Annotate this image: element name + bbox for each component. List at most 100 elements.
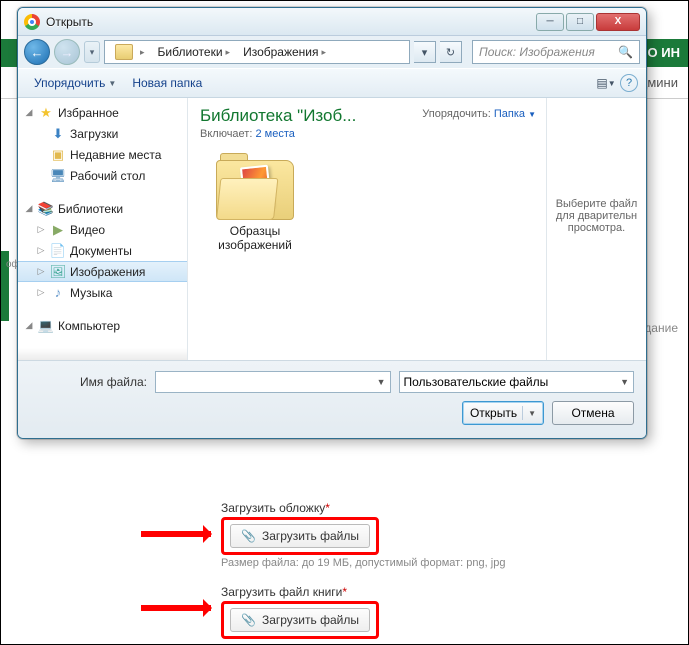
tree-expand-icon[interactable]: ▷ — [36, 245, 46, 256]
arrange-value: Папка — [494, 108, 525, 120]
toolbar: Упорядочить ▼ Новая папка ▤ ▼ ? — [18, 68, 646, 98]
new-folder-button[interactable]: Новая папка — [124, 72, 210, 94]
desktop-icon: 🖥 — [50, 168, 66, 184]
maximize-button[interactable]: □ — [566, 13, 594, 31]
breadcrumb-label: Изображения — [243, 45, 318, 59]
minimize-icon: ─ — [546, 16, 553, 27]
address-bar[interactable]: ▸ Библиотеки▸ Изображения ▸ — [104, 40, 410, 64]
cover-label-text: Загрузить обложку — [221, 501, 325, 515]
chevron-down-icon: ▼ — [108, 79, 116, 88]
minimize-button[interactable]: ─ — [536, 13, 564, 31]
titlebar[interactable]: Открыть ─ □ X — [18, 8, 646, 36]
tree-expand-icon[interactable]: ◢ — [24, 107, 34, 118]
recent-icon: ▣ — [50, 147, 66, 163]
file-list-pane[interactable]: Библиотека "Изоб... Включает: 2 места Уп… — [188, 98, 546, 360]
cancel-button[interactable]: Отмена — [552, 401, 634, 425]
cover-upload-hint: Размер файла: до 19 МБ, допустимый форма… — [221, 557, 641, 569]
close-icon: X — [615, 16, 622, 27]
history-dropdown-button[interactable]: ▾ — [84, 41, 100, 63]
paperclip-icon: 📎 — [241, 613, 256, 627]
tree-expand-icon[interactable]: ◢ — [24, 320, 34, 331]
preview-pane: Выберите файл для дварительн просмотра. — [546, 98, 646, 360]
address-root[interactable]: ▸ — [105, 41, 152, 63]
chevron-right-icon: ▸ — [226, 47, 231, 58]
file-type-filter[interactable]: Пользовательские файлы ▼ — [399, 371, 635, 393]
arrange-label: Упорядочить: — [422, 108, 491, 120]
folder-item-samples[interactable]: Образцы изображений — [200, 160, 310, 252]
help-button[interactable]: ? — [620, 74, 638, 92]
search-input[interactable]: Поиск: Изображения 🔍 — [472, 40, 640, 64]
upload-cover-button[interactable]: 📎 Загрузить файлы — [230, 524, 370, 548]
upload-form-area: Загрузить обложку * 📎 Загрузить файлы Раз… — [221, 501, 641, 641]
chevron-right-icon: ▸ — [322, 47, 327, 58]
tree-computer[interactable]: ◢ 💻 Компьютер — [18, 315, 187, 336]
new-folder-label: Новая папка — [132, 76, 202, 90]
book-label-text: Загрузить файл книги — [221, 585, 342, 599]
content-area: Библиотека "Изоб... Включает: 2 места Уп… — [188, 98, 646, 360]
downloads-icon: ⬇ — [50, 126, 66, 142]
folder-name: Образцы изображений — [200, 224, 310, 252]
upload-btn-label: Загрузить файлы — [262, 529, 359, 543]
tree-expand-icon[interactable]: ▷ — [36, 266, 46, 277]
window-title: Открыть — [46, 15, 534, 29]
close-button[interactable]: X — [596, 13, 640, 31]
dialog-footer: Имя файла: ▼ Пользовательские файлы ▼ От… — [18, 360, 646, 438]
filename-input[interactable]: ▼ — [155, 371, 391, 393]
organize-button[interactable]: Упорядочить ▼ — [26, 72, 124, 94]
music-icon: ♪ — [50, 285, 66, 301]
tree-label: Компьютер — [58, 319, 120, 333]
tree-desktop[interactable]: 🖥Рабочий стол — [18, 165, 187, 186]
tree-documents[interactable]: ▷📄Документы — [18, 240, 187, 261]
chevron-down-icon[interactable]: ▼ — [620, 377, 629, 387]
help-icon: ? — [626, 77, 632, 89]
search-icon: 🔍 — [618, 45, 633, 59]
address-dropdown-button[interactable]: ▾ — [414, 41, 436, 63]
back-button[interactable]: ← — [24, 39, 50, 65]
tree-expand-icon[interactable]: ▷ — [36, 224, 46, 235]
tree-videos[interactable]: ▷▶Видео — [18, 219, 187, 240]
chevron-down-icon: ▾ — [90, 47, 95, 58]
required-marker: * — [342, 585, 347, 599]
tree-libraries[interactable]: ◢ 📚 Библиотеки — [18, 198, 187, 219]
tree-downloads[interactable]: ⬇Загрузки — [18, 123, 187, 144]
arrange-by: Упорядочить: Папка ▼ — [422, 108, 536, 120]
chevron-down-icon[interactable]: ▼ — [528, 409, 536, 418]
arrow-annotation-1 — [141, 531, 211, 537]
tree-expand-icon[interactable]: ◢ — [24, 203, 34, 214]
maximize-icon: □ — [577, 16, 583, 27]
refresh-button[interactable]: ↻ — [440, 41, 462, 63]
arrow-annotation-2 — [141, 605, 211, 611]
upload-book-button[interactable]: 📎 Загрузить файлы — [230, 608, 370, 632]
tree-label: Библиотеки — [58, 202, 123, 216]
address-seg-pictures[interactable]: Изображения ▸ — [237, 41, 333, 63]
refresh-icon: ↻ — [446, 46, 455, 59]
computer-icon: 💻 — [38, 318, 54, 334]
tree-label: Изображения — [70, 265, 145, 279]
forward-button[interactable]: → — [54, 39, 80, 65]
tree-recent[interactable]: ▣Недавние места — [18, 144, 187, 165]
tree-music[interactable]: ▷♪Музыка — [18, 282, 187, 303]
navigation-tree: ◢ ★ Избранное ⬇Загрузки ▣Недавние места 🖥Р… — [18, 98, 188, 360]
paperclip-icon: 📎 — [241, 529, 256, 543]
libraries-icon: 📚 — [38, 201, 54, 217]
chevron-down-icon[interactable]: ▼ — [377, 377, 386, 387]
search-placeholder: Поиск: Изображения — [479, 45, 595, 59]
arrange-value-link[interactable]: Папка ▼ — [494, 108, 536, 120]
address-seg-libraries[interactable]: Библиотеки▸ — [152, 41, 238, 63]
star-icon: ★ — [38, 105, 54, 121]
back-arrow-icon: ← — [31, 45, 44, 60]
organize-label: Упорядочить — [34, 76, 105, 90]
tree-label: Избранное — [58, 106, 119, 120]
tree-favorites[interactable]: ◢ ★ Избранное — [18, 102, 187, 123]
view-options-button[interactable]: ▤ ▼ — [596, 73, 616, 93]
tree-pictures[interactable]: ▷🖼Изображения — [18, 261, 187, 282]
open-button[interactable]: Открыть ▼ — [462, 401, 544, 425]
filename-label: Имя файла: — [30, 375, 155, 389]
tree-expand-icon[interactable]: ▷ — [36, 287, 46, 298]
chevron-down-icon: ▼ — [528, 110, 536, 119]
dialog-body: ◢ ★ Избранное ⬇Загрузки ▣Недавние места 🖥Р… — [18, 98, 646, 360]
includes-label: Включает: — [200, 128, 252, 140]
tree-label: Документы — [70, 244, 132, 258]
places-link[interactable]: 2 места — [255, 128, 294, 140]
chrome-icon — [24, 14, 40, 30]
